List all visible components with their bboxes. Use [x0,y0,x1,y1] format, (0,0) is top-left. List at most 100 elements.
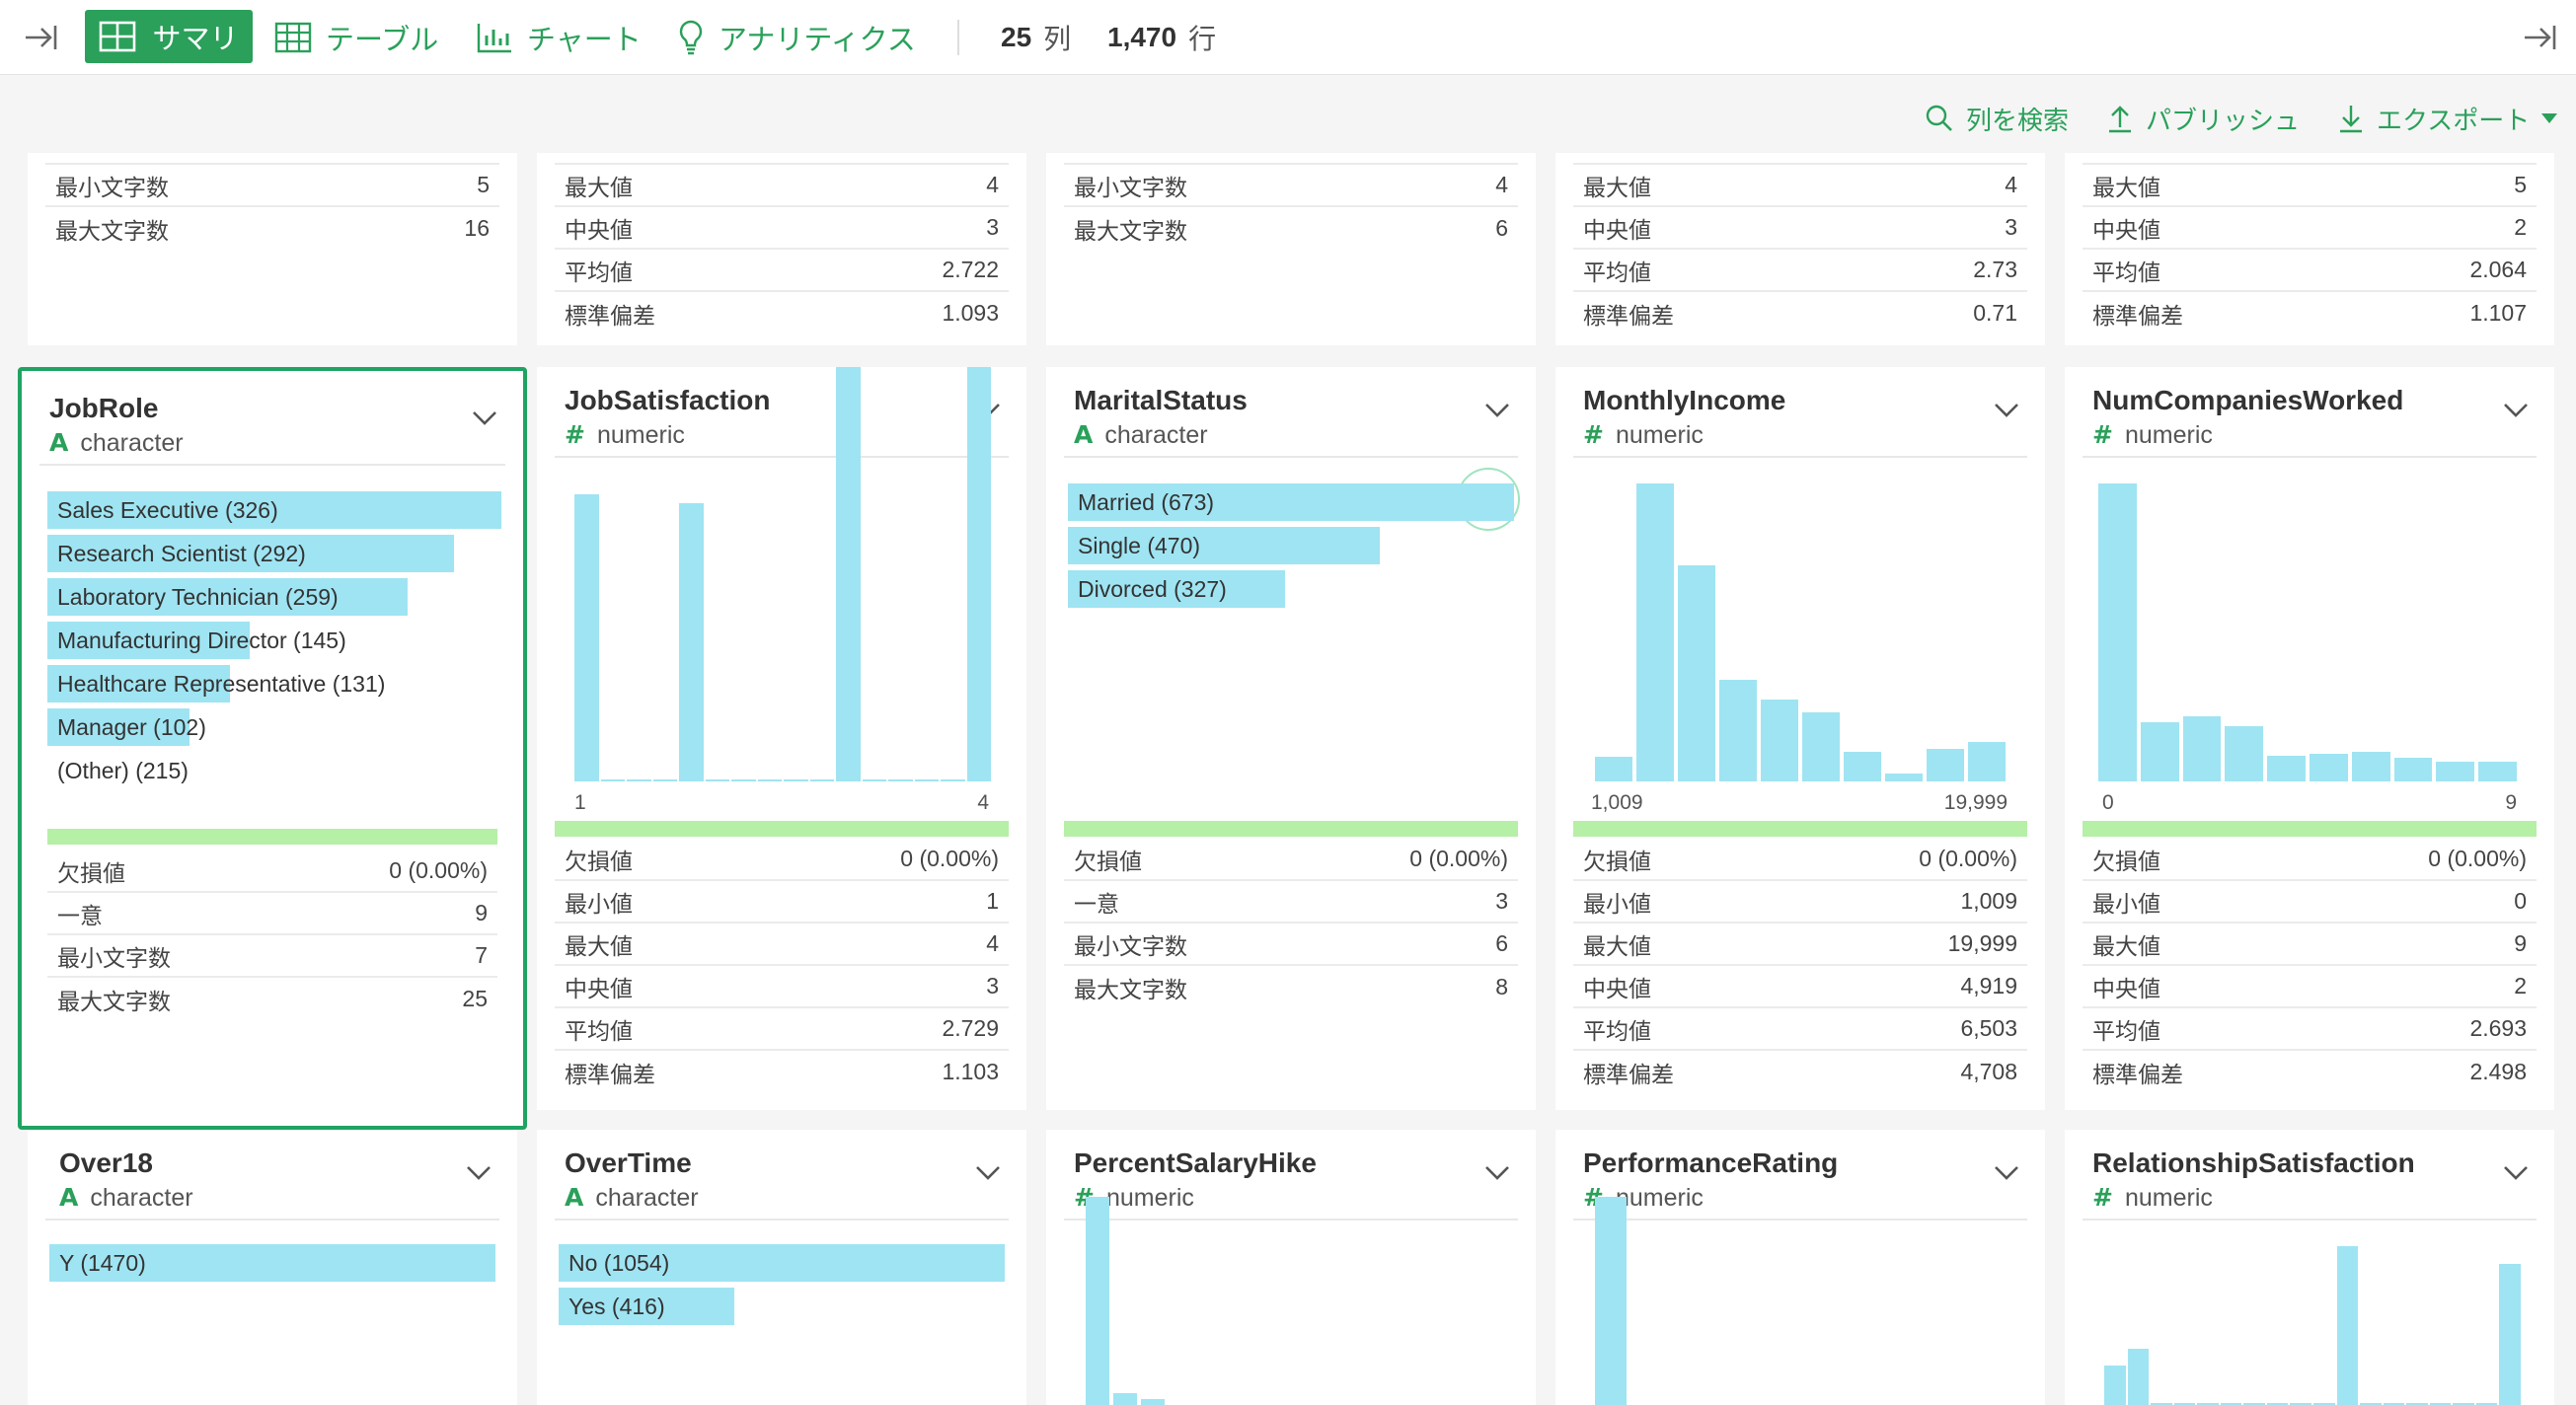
chevron-down-icon[interactable] [466,1165,492,1181]
stat-label: 欠損値 [2092,848,2160,874]
column-card-performancerating[interactable]: PerformanceRating # numeric [1555,1130,2045,1405]
histogram-bar[interactable] [2127,1348,2150,1405]
stat-label: 平均値 [565,259,633,285]
histogram-bar[interactable] [705,779,729,781]
histogram-bar[interactable] [784,779,808,781]
histogram-bar[interactable] [1844,751,1881,781]
histogram-bar[interactable] [2393,757,2433,781]
category-label: Y (1470) [59,1250,146,1276]
stat-label: 平均値 [2092,1017,2160,1044]
column-card-jobrole[interactable]: JobRole Acharacter 欠損値 0 (0.00%) 一意 9 最小文字数 7… [18,367,527,1130]
column-card-over18[interactable]: Over18 Acharacter Y (1470) [28,1130,517,1405]
stat-value: 2.693 [2469,1015,2527,1041]
histogram-bar[interactable] [2225,725,2264,781]
chevron-down-icon[interactable] [2503,403,2529,418]
histogram-bar[interactable] [1678,564,1715,781]
histogram-bar[interactable] [757,779,782,781]
histogram-bar[interactable] [2182,715,2222,781]
column-card-numcompaniesworked[interactable]: NumCompaniesWorked # numeric 0 9 欠損値 0 (0.… [2065,367,2554,1110]
histogram-bar[interactable] [1719,680,1757,781]
histogram-bar[interactable] [731,779,756,781]
histogram-bar[interactable] [2436,761,2475,781]
histogram-bar[interactable] [1927,748,1964,781]
histogram-bar[interactable] [2104,1365,2126,1405]
stat-value: 0 (0.00%) [900,846,999,871]
histogram-bar[interactable] [652,779,677,781]
search-columns-button[interactable]: 列を検索 [1925,99,2069,138]
tab-summary[interactable]: サマリ [85,10,253,63]
histogram-bar[interactable] [1141,1398,1165,1405]
column-card-percentsalaryhike[interactable]: PercentSalaryHike # numeric [1046,1130,1536,1405]
column-card-relationshipsatisfaction[interactable]: RelationshipSatisfaction # numeric [2065,1130,2554,1405]
stat-row: 欠損値 0 (0.00%) [1064,839,1518,881]
histogram[interactable] [2098,483,2521,781]
histogram-bar[interactable] [2499,1264,2521,1405]
collapse-sidebar-button[interactable] [22,0,75,75]
histogram-bar[interactable] [914,779,939,781]
stat-row: 平均値 2.693 [2083,1008,2537,1051]
tab-table[interactable]: テーブル [274,0,438,75]
histogram-bar[interactable] [2310,753,2348,781]
histogram-bar[interactable] [1968,741,2006,781]
histogram-bar[interactable] [2140,721,2179,781]
histogram[interactable] [1595,1196,1630,1405]
histogram-bar[interactable] [1636,483,1674,781]
stat-row: 最小値 1 [555,881,1009,924]
stat-row: 標準偏差 1.093 [555,292,1009,334]
histogram[interactable] [2104,1245,2523,1405]
histogram-bar[interactable] [2098,483,2137,781]
stat-value: 1.107 [2469,300,2527,326]
stat-value: 2.73 [1973,257,2017,282]
histogram[interactable] [1086,1196,1169,1405]
stat-value: 0 (0.00%) [1409,846,1508,871]
histogram-bar[interactable] [1802,711,1840,781]
histogram-bar[interactable] [2478,761,2517,781]
chevron-down-icon[interactable] [1484,403,1510,418]
tab-analytics[interactable]: アナリティクス [677,0,916,75]
histogram-bar[interactable] [1113,1392,1137,1405]
histogram-bar[interactable] [574,494,599,781]
histogram-bar[interactable] [836,367,861,781]
histogram-bar[interactable] [627,779,651,781]
histogram-bar[interactable] [862,779,886,781]
histogram-bar[interactable] [1761,700,1798,781]
tab-table-label: テーブル [326,25,439,56]
category-label: Research Scientist (292) [57,541,306,566]
column-card-jobsatisfaction[interactable]: JobSatisfaction # numeric 1 4 欠損値 0 (0.00%… [537,367,1026,1110]
histogram-bar[interactable] [809,779,834,781]
histogram-bar[interactable] [1595,1196,1627,1405]
column-card-overtime[interactable]: OverTime Acharacter No (1054) Yes (416) [537,1130,1026,1405]
chevron-down-icon[interactable] [975,1165,1001,1181]
chevron-down-icon[interactable] [2503,1165,2529,1181]
chevron-down-icon[interactable] [1484,1165,1510,1181]
chevron-down-icon[interactable] [1994,1165,2019,1181]
expand-panel-button[interactable] [2521,0,2574,75]
chevron-down-icon[interactable] [1994,403,2019,418]
histogram-bar[interactable] [941,779,965,781]
histogram-bar[interactable] [2336,1245,2359,1405]
numeric-type-icon: # [2092,1183,2113,1212]
histogram-bar[interactable] [966,367,991,781]
histogram-bar[interactable] [1595,756,1632,781]
stat-label: 一意 [1074,890,1119,917]
chevron-down-icon[interactable] [472,410,497,426]
stat-label: 最大値 [565,932,633,959]
histogram-bar[interactable] [2267,755,2306,781]
histogram[interactable] [1595,483,2009,781]
column-type: # numeric [2092,420,2213,450]
column-type: Acharacter [59,1183,193,1213]
histogram-bar[interactable] [600,779,625,781]
histogram[interactable] [574,367,993,781]
column-header: JobSatisfaction # numeric [537,367,1026,454]
export-button[interactable]: エクスポート [2337,99,2571,138]
histogram-bar[interactable] [888,779,913,781]
histogram-bar[interactable] [679,503,704,781]
publish-button[interactable]: パブリッシュ [2106,99,2300,138]
tab-chart[interactable]: チャート [476,0,642,75]
histogram-bar[interactable] [1086,1196,1109,1405]
histogram-bar[interactable] [1885,773,1923,781]
column-card-monthlyincome[interactable]: MonthlyIncome # numeric 1,009 19,999 欠損値 0… [1555,367,2045,1110]
column-card-maritalstatus[interactable]: MaritalStatus Acharacter 欠損値 0 (0.00%) 一意 3… [1046,367,1536,1110]
histogram-bar[interactable] [2351,751,2390,781]
stat-label: 最小文字数 [57,944,171,971]
